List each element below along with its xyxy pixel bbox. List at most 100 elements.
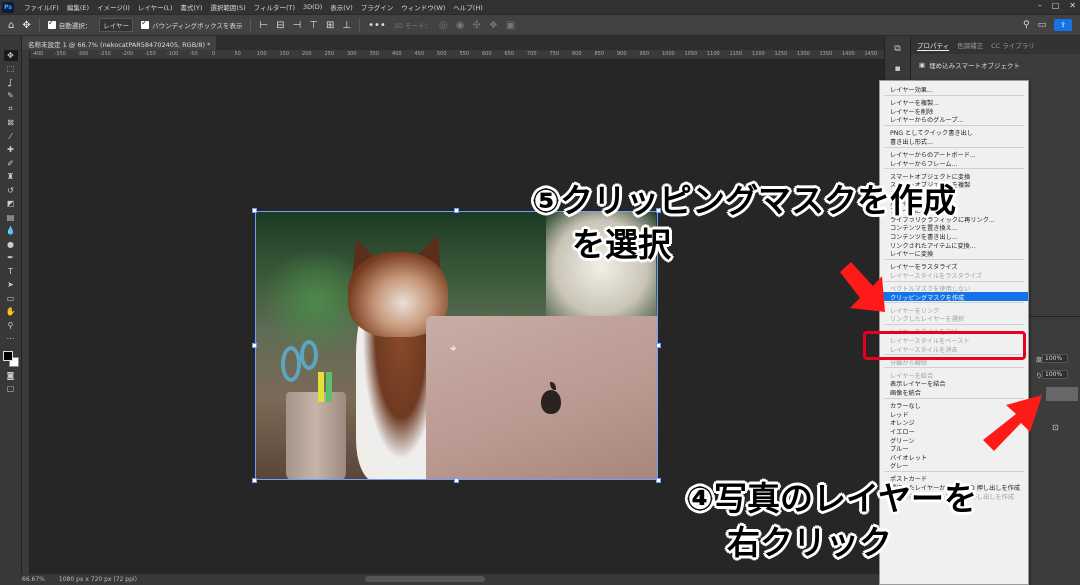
eyedropper-icon[interactable]: ⁄ bbox=[4, 131, 18, 142]
align-right-icon[interactable]: ⊣ bbox=[293, 20, 302, 31]
auto-select-checkbox[interactable] bbox=[47, 18, 56, 29]
lasso-tool-icon[interactable]: ʆ bbox=[4, 77, 18, 88]
tab-properties[interactable]: プロパティ bbox=[917, 40, 950, 51]
context-menu-item[interactable]: 画像を統合 bbox=[890, 388, 921, 397]
stamp-tool-icon[interactable]: ♜ bbox=[4, 172, 18, 183]
align-center-icon[interactable]: ⊟ bbox=[276, 20, 284, 31]
zoom-level[interactable]: 66.67% bbox=[22, 576, 45, 583]
search-icon[interactable]: ⚲ bbox=[1023, 20, 1030, 30]
maximize-icon[interactable]: □ bbox=[1052, 1, 1060, 10]
healing-brush-icon[interactable]: ✚ bbox=[4, 145, 18, 156]
document-tab[interactable]: 名称未設定 1 @ 66.7% (nekocatPAR584702405, RG… bbox=[22, 36, 217, 50]
eraser-tool-icon[interactable]: ◩ bbox=[4, 199, 18, 210]
options-bar: ⌂ ✥ 自動選択： レイヤー バウンディングボックスを表示 ⊢ ⊟ ⊣ ⊤ ⊞ … bbox=[0, 14, 1080, 36]
context-menu-item[interactable]: レイヤーからのグループ... bbox=[890, 115, 963, 124]
opacity-field[interactable]: 100% bbox=[1042, 354, 1068, 363]
close-icon[interactable]: ✕ bbox=[1069, 1, 1076, 10]
transform-handle[interactable] bbox=[252, 208, 257, 213]
crop-tool-icon[interactable]: ⌗ bbox=[4, 104, 18, 115]
3d-rotate-icon[interactable]: ◎ bbox=[439, 20, 448, 31]
transform-handle[interactable] bbox=[454, 208, 459, 213]
3d-scale-icon[interactable]: ▣ bbox=[506, 20, 515, 31]
context-menu-item[interactable]: レイヤーに変換 bbox=[890, 249, 933, 258]
screen-mode-icon[interactable]: ▢ bbox=[4, 384, 18, 395]
auto-select-dropdown[interactable]: レイヤー bbox=[99, 18, 134, 32]
smart-object-info: ▣ 埋め込みスマートオブジェクト bbox=[911, 54, 1080, 76]
home-icon[interactable]: ⌂ bbox=[8, 20, 14, 31]
ruler-tick-label: 750 bbox=[549, 51, 560, 57]
3d-roll-icon[interactable]: ◉ bbox=[456, 20, 465, 31]
menu-item-create-clipping-mask[interactable]: クリッピングマスクを作成 bbox=[880, 291, 1028, 302]
path-select-icon[interactable]: ➤ bbox=[4, 280, 18, 291]
reference-point-icon[interactable]: ⌖ bbox=[450, 342, 462, 354]
menu-3d[interactable]: 3D(D) bbox=[299, 3, 326, 11]
menu-view[interactable]: 表示(V) bbox=[326, 2, 357, 12]
transform-handle[interactable] bbox=[252, 478, 257, 483]
type-tool-icon[interactable]: T bbox=[4, 266, 18, 277]
transform-handle[interactable] bbox=[252, 343, 257, 348]
transform-handle[interactable] bbox=[454, 478, 459, 483]
history-panel-icon[interactable]: ⧉ bbox=[891, 44, 905, 56]
more-tools-icon[interactable]: ⋯ bbox=[4, 334, 18, 345]
menu-window[interactable]: ウィンドウ(W) bbox=[397, 2, 449, 12]
menu-image[interactable]: イメージ(I) bbox=[93, 2, 134, 12]
minimize-icon[interactable]: – bbox=[1038, 1, 1042, 10]
menu-select[interactable]: 選択範囲(S) bbox=[206, 2, 249, 12]
comments-panel-icon[interactable]: ▪ bbox=[891, 64, 905, 76]
blur-tool-icon[interactable]: 💧 bbox=[4, 226, 18, 237]
bounding-box-checkbox[interactable] bbox=[141, 18, 150, 29]
auto-select-option[interactable]: 自動選択： bbox=[47, 18, 91, 30]
frame-tool-icon[interactable]: ⊠ bbox=[4, 118, 18, 129]
context-menu-item[interactable]: グレー bbox=[890, 461, 909, 470]
move-tool-icon[interactable]: ✥ bbox=[22, 20, 30, 31]
menu-help[interactable]: ヘルプ(H) bbox=[449, 2, 486, 12]
align-left-icon[interactable]: ⊢ bbox=[259, 20, 268, 31]
tab-adjustments[interactable]: 色調補正 bbox=[957, 40, 983, 50]
history-brush-icon[interactable]: ↺ bbox=[4, 185, 18, 196]
move-tool-icon[interactable]: ✥ bbox=[3, 50, 18, 61]
context-menu-item[interactable]: レイヤー効果... bbox=[890, 85, 933, 94]
foreground-color[interactable] bbox=[2, 351, 13, 361]
menu-layer[interactable]: レイヤー(L) bbox=[134, 2, 177, 12]
fill-field[interactable]: 100% bbox=[1042, 370, 1068, 379]
color-swatches[interactable] bbox=[2, 351, 19, 367]
menu-edit[interactable]: 編集(E) bbox=[63, 2, 93, 12]
ruler-tick-label: 650 bbox=[504, 51, 515, 57]
menu-plugins[interactable]: プラグイン bbox=[357, 2, 398, 12]
gradient-tool-icon[interactable]: ▤ bbox=[4, 212, 18, 223]
transform-handle[interactable] bbox=[656, 478, 661, 483]
3d-slide-icon[interactable]: ❖ bbox=[489, 20, 498, 31]
align-middle-icon[interactable]: ⊞ bbox=[326, 20, 334, 31]
pen-tool-icon[interactable]: ✒ bbox=[4, 253, 18, 264]
share-button[interactable]: ⇪ bbox=[1054, 19, 1072, 31]
properties-tabs: プロパティ 色調補正 CC ライブラリ bbox=[911, 36, 1080, 54]
workspace-icon[interactable]: ▭ bbox=[1038, 20, 1047, 30]
hand-tool-icon[interactable]: ✋ bbox=[4, 307, 18, 318]
more-options-icon[interactable]: ••• bbox=[368, 20, 386, 31]
align-bottom-icon[interactable]: ⊥ bbox=[342, 20, 351, 31]
lock-icon[interactable]: ⊡ bbox=[1052, 423, 1059, 432]
quick-mask-icon[interactable]: ◙ bbox=[4, 370, 18, 381]
menu-file[interactable]: ファイル(F) bbox=[20, 2, 63, 12]
photo-layer-row[interactable] bbox=[1046, 387, 1078, 401]
marquee-tool-icon[interactable]: ⬚ bbox=[4, 64, 18, 75]
menu-filter[interactable]: フィルター(T) bbox=[250, 2, 299, 12]
ruler-tick-label: -200 bbox=[122, 51, 134, 57]
horizontal-scrollbar[interactable] bbox=[365, 576, 485, 582]
menu-type[interactable]: 書式(Y) bbox=[176, 2, 206, 12]
brush-tool-icon[interactable]: ✐ bbox=[4, 158, 18, 169]
3d-pan-icon[interactable]: ✣ bbox=[472, 20, 480, 31]
align-top-icon[interactable]: ⊤ bbox=[309, 20, 318, 31]
menu-separator bbox=[884, 323, 1024, 325]
transform-handle[interactable] bbox=[656, 343, 661, 348]
shape-tool-icon[interactable]: ▭ bbox=[4, 293, 18, 304]
context-menu-item[interactable]: 書き出し形式... bbox=[890, 137, 933, 146]
bounding-box-option[interactable]: バウンディングボックスを表示 bbox=[141, 18, 242, 30]
context-menu-item[interactable]: レイヤーからフレーム... bbox=[890, 159, 957, 168]
zoom-tool-icon[interactable]: ⚲ bbox=[4, 320, 18, 331]
ruler-tick-label: -50 bbox=[189, 51, 198, 57]
tab-cc-libraries[interactable]: CC ライブラリ bbox=[991, 40, 1035, 50]
document-size: 1080 px x 720 px (72 ppi) bbox=[58, 576, 137, 583]
dodge-tool-icon[interactable]: ● bbox=[4, 239, 18, 250]
quick-select-icon[interactable]: ✎ bbox=[4, 91, 18, 102]
